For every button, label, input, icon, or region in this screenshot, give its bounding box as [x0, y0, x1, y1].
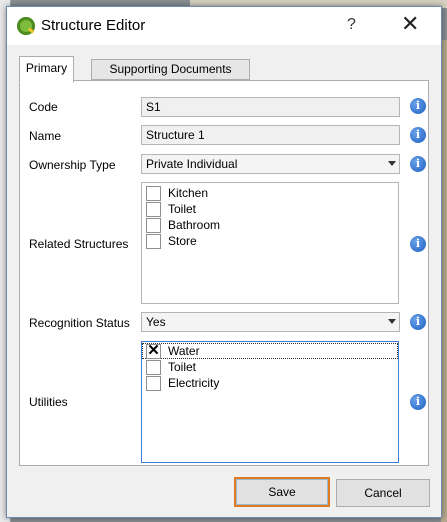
related-structure-label: Toilet: [168, 202, 197, 216]
checkbox[interactable]: [146, 360, 161, 375]
utilities-list[interactable]: ✕ Water Toilet Electricity: [141, 341, 399, 463]
ownership-type-label: Ownership Type: [29, 158, 116, 172]
utility-item[interactable]: Toilet: [142, 359, 398, 375]
ownership-type-info-icon[interactable]: i: [410, 156, 426, 172]
related-structure-item[interactable]: Toilet: [142, 201, 398, 217]
cancel-button[interactable]: Cancel: [336, 479, 430, 507]
title-bar: Structure Editor ? ✕: [7, 7, 441, 45]
utilities-label: Utilities: [29, 395, 68, 409]
related-structures-info-icon[interactable]: i: [410, 236, 426, 252]
related-structure-label: Kitchen: [168, 186, 209, 200]
close-button[interactable]: ✕: [401, 13, 419, 35]
ownership-type-value: Private Individual: [146, 157, 238, 171]
checkbox[interactable]: [146, 218, 161, 233]
check-x-icon: ✕: [147, 342, 160, 359]
structure-editor-dialog: Structure Editor ? ✕ Primary Supporting …: [6, 6, 442, 518]
recognition-status-value: Yes: [146, 315, 166, 329]
code-info-icon[interactable]: i: [410, 98, 426, 114]
checkbox[interactable]: [146, 234, 161, 249]
tab-primary[interactable]: Primary: [19, 56, 74, 83]
utility-item[interactable]: Electricity: [142, 375, 398, 391]
qgis-logo-icon: [17, 17, 35, 35]
related-structure-item[interactable]: Store: [142, 233, 398, 249]
recognition-status-select[interactable]: Yes: [141, 312, 400, 332]
utility-label: Water: [168, 344, 200, 358]
recognition-status-info-icon[interactable]: i: [410, 314, 426, 330]
code-input[interactable]: S1: [141, 97, 400, 117]
chevron-down-icon: [388, 161, 396, 166]
checkbox[interactable]: [146, 186, 161, 201]
code-label: Code: [29, 100, 58, 114]
tab-supporting-documents[interactable]: Supporting Documents: [91, 59, 250, 80]
checkbox[interactable]: [146, 376, 161, 391]
related-structures-label: Related Structures: [29, 237, 129, 251]
related-structure-item[interactable]: Kitchen: [142, 185, 398, 201]
window-title: Structure Editor: [41, 17, 146, 34]
utilities-info-icon[interactable]: i: [410, 394, 426, 410]
chevron-down-icon: [388, 319, 396, 324]
related-structure-label: Bathroom: [168, 218, 221, 232]
related-structure-label: Store: [168, 234, 197, 248]
ownership-type-select[interactable]: Private Individual: [141, 154, 400, 174]
save-button[interactable]: Save: [234, 477, 330, 507]
name-info-icon[interactable]: i: [410, 127, 426, 143]
utility-item[interactable]: ✕ Water: [142, 342, 398, 359]
checkbox-checked[interactable]: ✕: [146, 342, 161, 359]
related-structure-item[interactable]: Bathroom: [142, 217, 398, 233]
related-structures-list[interactable]: Kitchen Toilet Bathroom Store: [141, 182, 399, 304]
utility-label: Electricity: [168, 376, 220, 390]
primary-tab-panel: Code S1 i Name Structure 1 i Ownership T…: [19, 80, 429, 466]
help-button[interactable]: ?: [347, 16, 356, 34]
recognition-status-label: Recognition Status: [29, 316, 130, 330]
checkbox[interactable]: [146, 202, 161, 217]
utility-label: Toilet: [168, 360, 197, 374]
name-input[interactable]: Structure 1: [141, 125, 400, 145]
name-label: Name: [29, 129, 62, 143]
